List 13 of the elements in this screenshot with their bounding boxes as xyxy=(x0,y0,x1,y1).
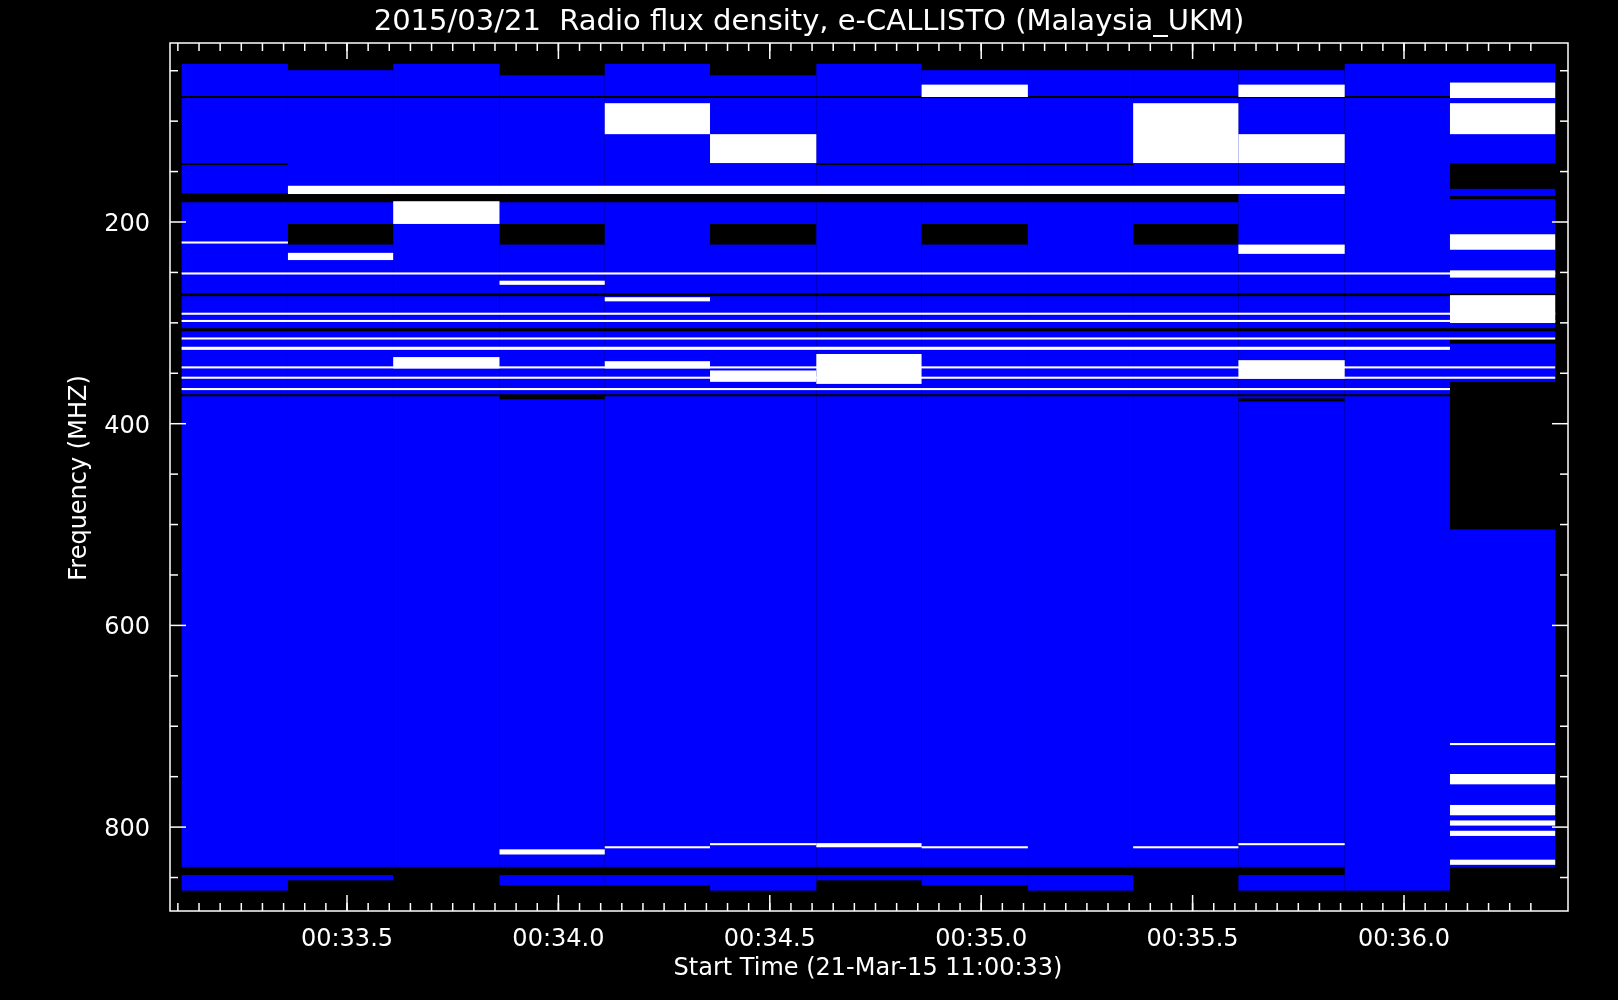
y-tick-label: 600 xyxy=(104,612,150,641)
chart-title: 2015/03/21 Radio flux density, e-CALLISTO (Malaysia_UKM) xyxy=(373,3,1245,37)
x-tick-label: 00:33.5 xyxy=(300,924,394,952)
y-tick-label: 400 xyxy=(104,410,150,439)
x-tick-label: 00:36.0 xyxy=(1357,924,1451,952)
y-tick-label: 800 xyxy=(104,814,150,843)
y-tick-label: 200 xyxy=(104,209,150,237)
x-axis-label: Start Time (21-Mar-15 11:00:33) xyxy=(673,953,1063,981)
x-tick-label: 00:35.0 xyxy=(935,924,1028,952)
x-tick-label: 00:34.5 xyxy=(723,924,816,952)
x-tick-label: 00:35.5 xyxy=(1146,924,1239,952)
y-axis-label: Frequency (MHZ) xyxy=(64,375,92,581)
x-tick-label: 00:34.0 xyxy=(512,924,605,952)
